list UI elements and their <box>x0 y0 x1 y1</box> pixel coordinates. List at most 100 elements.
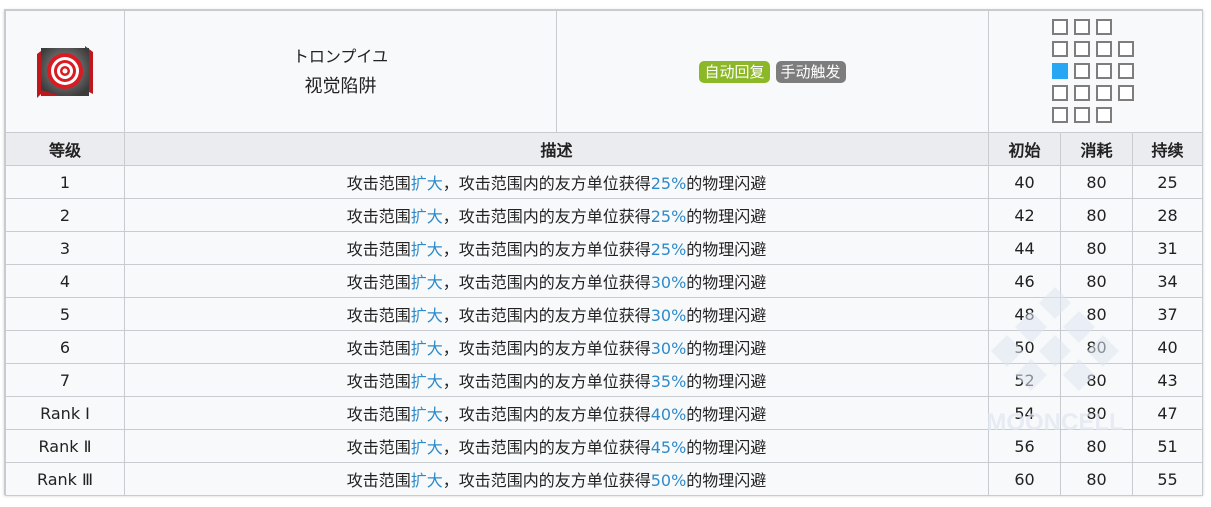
range-cell <box>1051 40 1068 57</box>
attack-range-grid <box>1051 18 1140 125</box>
duration-cell: 25 <box>1131 165 1204 199</box>
sp-cost-cell: 80 <box>1060 198 1133 232</box>
description-highlight: 扩大 <box>410 339 443 358</box>
description-highlight: 35% <box>650 372 687 391</box>
description-cell: 攻击范围扩大，攻击范围内的友方单位获得25%的物理闪避 <box>124 198 989 232</box>
level-cell: Rank Ⅲ <box>5 462 125 496</box>
description-highlight: 扩大 <box>410 372 443 391</box>
description-highlight: 25% <box>650 207 687 226</box>
table-row: 4 攻击范围扩大，攻击范围内的友方单位获得30%的物理闪避 46 80 34 <box>5 264 1204 298</box>
skill-name-cn: 视觉陷阱 <box>304 75 377 97</box>
description-text: 的物理闪避 <box>686 372 767 391</box>
level-cell: Rank Ⅱ <box>5 429 125 463</box>
sp-cost-cell: 80 <box>1060 462 1133 496</box>
description-highlight: 扩大 <box>410 273 443 292</box>
table-row: 1 攻击范围扩大，攻击范围内的友方单位获得25%的物理闪避 40 80 25 <box>5 165 1204 199</box>
description-highlight: 扩大 <box>410 438 443 457</box>
duration-cell: 47 <box>1131 396 1204 430</box>
table-row: 3 攻击范围扩大，攻击范围内的友方单位获得25%的物理闪避 44 80 31 <box>5 231 1204 265</box>
description-text: 的物理闪避 <box>686 339 767 358</box>
description-text: 的物理闪避 <box>686 306 767 325</box>
description-text: 的物理闪避 <box>686 273 767 292</box>
sp-cost-cell: 80 <box>1060 231 1133 265</box>
description-text: 攻击范围 <box>346 471 411 490</box>
description-highlight: 扩大 <box>410 174 443 193</box>
range-cell <box>1095 62 1112 79</box>
level-cell: 7 <box>5 363 125 397</box>
description-text: ，攻击范围内的友方单位获得 <box>442 273 651 292</box>
skill-name-cell: トロンプイユ 视觉陷阱 <box>124 10 557 133</box>
sp-cost-cell: 80 <box>1060 165 1133 199</box>
duration-cell: 43 <box>1131 363 1204 397</box>
description-text: 攻击范围 <box>346 240 411 259</box>
level-cell: Rank Ⅰ <box>5 396 125 430</box>
description-text: ，攻击范围内的友方单位获得 <box>442 471 651 490</box>
range-cell <box>1095 40 1112 57</box>
skill-table: トロンプイユ 视觉陷阱 自动回复 手动触发 等级 描述 初始 消耗 持续 1 攻击范… <box>5 10 1204 496</box>
description-text: ，攻击范围内的友方单位获得 <box>442 438 651 457</box>
sp-cost-cell: 80 <box>1060 297 1133 331</box>
level-cell: 2 <box>5 198 125 232</box>
description-highlight: 扩大 <box>410 306 443 325</box>
range-cell <box>1095 106 1112 123</box>
range-cell <box>1051 106 1068 123</box>
description-cell: 攻击范围扩大，攻击范围内的友方单位获得25%的物理闪避 <box>124 231 989 265</box>
level-cell: 6 <box>5 330 125 364</box>
initial-sp-cell: 46 <box>988 264 1061 298</box>
attack-range-cell <box>987 10 1204 133</box>
description-text: 攻击范围 <box>346 405 411 424</box>
table-row: 7 攻击范围扩大，攻击范围内的友方单位获得35%的物理闪避 52 80 43 <box>5 363 1204 397</box>
description-text: 攻击范围 <box>346 306 411 325</box>
table-header-row: 等级 描述 初始 消耗 持续 <box>5 132 1204 166</box>
table-row: 6 攻击范围扩大，攻击范围内的友方单位获得30%的物理闪避 50 80 40 <box>5 330 1204 364</box>
description-highlight: 25% <box>650 174 687 193</box>
description-text: 的物理闪避 <box>686 207 767 226</box>
header-cost: 消耗 <box>1060 132 1133 166</box>
description-highlight: 25% <box>650 240 687 259</box>
range-cell <box>1095 18 1112 35</box>
description-text: 攻击范围 <box>346 207 411 226</box>
initial-sp-cell: 60 <box>988 462 1061 496</box>
duration-cell: 37 <box>1131 297 1204 331</box>
sp-cost-cell: 80 <box>1060 429 1133 463</box>
initial-sp-cell: 44 <box>988 231 1061 265</box>
description-highlight: 50% <box>650 471 687 490</box>
description-cell: 攻击范围扩大，攻击范围内的友方单位获得30%的物理闪避 <box>124 264 989 298</box>
sp-cost-cell: 80 <box>1060 363 1133 397</box>
description-highlight: 扩大 <box>410 240 443 259</box>
description-text: 的物理闪避 <box>686 174 767 193</box>
description-highlight: 30% <box>650 273 687 292</box>
level-cell: 1 <box>5 165 125 199</box>
description-text: ，攻击范围内的友方单位获得 <box>442 306 651 325</box>
description-highlight: 30% <box>650 306 687 325</box>
skill-header-row: トロンプイユ 视觉陷阱 自动回复 手动触发 <box>5 10 1204 133</box>
sp-cost-cell: 80 <box>1060 330 1133 364</box>
initial-sp-cell: 52 <box>988 363 1061 397</box>
description-highlight: 40% <box>650 405 687 424</box>
description-text: ，攻击范围内的友方单位获得 <box>442 339 651 358</box>
description-text: ，攻击范围内的友方单位获得 <box>442 207 651 226</box>
description-cell: 攻击范围扩大，攻击范围内的友方单位获得45%的物理闪避 <box>124 429 989 463</box>
initial-sp-cell: 48 <box>988 297 1061 331</box>
description-text: 的物理闪避 <box>686 471 767 490</box>
level-cell: 3 <box>5 231 125 265</box>
initial-sp-cell: 56 <box>988 429 1061 463</box>
duration-cell: 55 <box>1131 462 1204 496</box>
range-cell <box>1117 84 1134 101</box>
duration-cell: 40 <box>1131 330 1204 364</box>
initial-sp-cell: 40 <box>988 165 1061 199</box>
description-text: 攻击范围 <box>346 339 411 358</box>
description-cell: 攻击范围扩大，攻击范围内的友方单位获得30%的物理闪避 <box>124 330 989 364</box>
description-cell: 攻击范围扩大，攻击范围内的友方单位获得40%的物理闪避 <box>124 396 989 430</box>
range-cell <box>1051 84 1068 101</box>
range-cell-self <box>1051 62 1068 79</box>
range-cell <box>1073 40 1090 57</box>
sp-cost-cell: 80 <box>1060 396 1133 430</box>
description-highlight: 45% <box>650 438 687 457</box>
description-highlight: 扩大 <box>410 207 443 226</box>
header-initial: 初始 <box>988 132 1061 166</box>
range-cell <box>1095 84 1112 101</box>
range-cell <box>1073 18 1090 35</box>
duration-cell: 28 <box>1131 198 1204 232</box>
description-text: ，攻击范围内的友方单位获得 <box>442 240 651 259</box>
